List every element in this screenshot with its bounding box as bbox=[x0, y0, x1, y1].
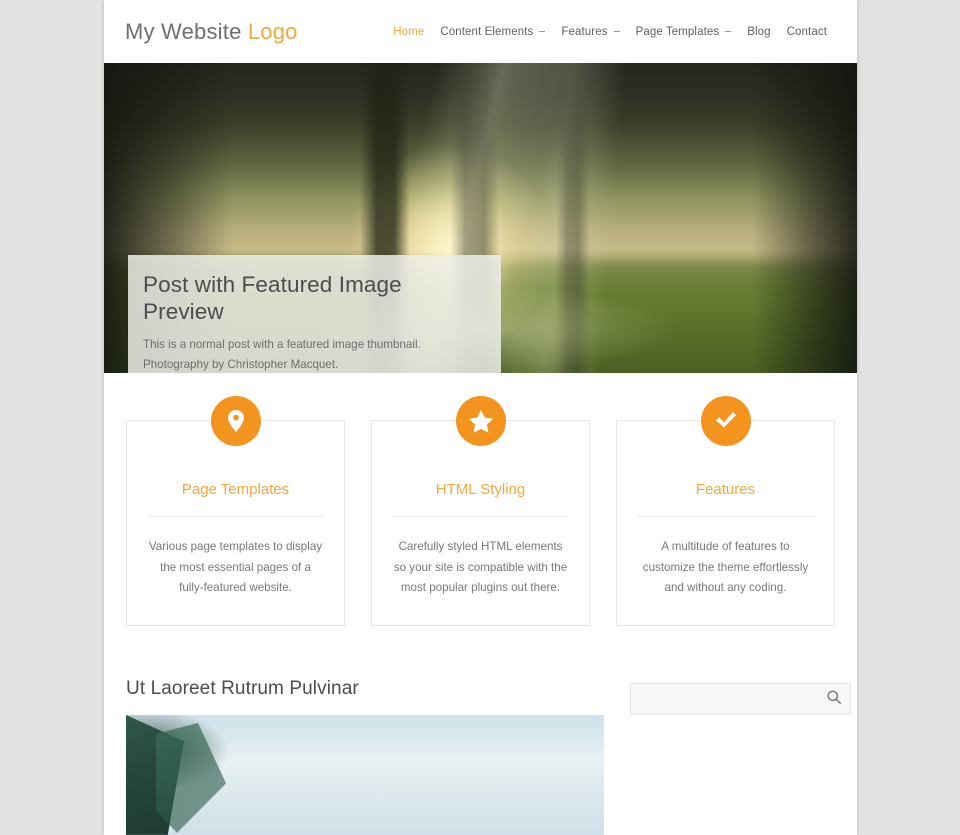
star-icon bbox=[455, 396, 506, 446]
post-heading[interactable]: Ut Laoreet Rutrum Pulvinar bbox=[126, 678, 604, 700]
hero-banner[interactable]: Post with Featured Image Preview This is… bbox=[104, 63, 857, 373]
logo-accent-text: Logo bbox=[247, 18, 298, 44]
main-navigation: Home Content Elements Features Page Temp… bbox=[385, 26, 835, 38]
nav-item-page-templates[interactable]: Page Templates bbox=[628, 26, 740, 38]
logo-primary-text: My Website bbox=[125, 18, 242, 44]
feature-card-text: Carefully styled HTML elements so your s… bbox=[393, 540, 568, 595]
chevron-down-icon bbox=[725, 31, 732, 32]
nav-item-label: Features bbox=[561, 25, 608, 38]
site-header: My Website Logo Home Content Elements Fe… bbox=[104, 0, 857, 63]
chevron-down-icon bbox=[539, 31, 546, 32]
feature-card-title: Features bbox=[637, 481, 814, 517]
site-logo[interactable]: My Website Logo bbox=[125, 19, 298, 45]
site-container: My Website Logo Home Content Elements Fe… bbox=[104, 0, 857, 835]
feature-card-features[interactable]: Features A multitude of features to cust… bbox=[616, 396, 835, 626]
search-icon bbox=[827, 690, 841, 707]
feature-card-html-styling[interactable]: HTML Styling Carefully styled HTML eleme… bbox=[371, 396, 590, 626]
feature-card-title: HTML Styling bbox=[392, 481, 569, 517]
feature-cards: Page Templates Various page templates to… bbox=[104, 373, 857, 626]
post-column: Ut Laoreet Rutrum Pulvinar bbox=[126, 678, 604, 835]
hero-caption-box: Post with Featured Image Preview This is… bbox=[128, 255, 501, 373]
nav-item-blog[interactable]: Blog bbox=[739, 26, 778, 38]
nav-item-home[interactable]: Home bbox=[385, 26, 432, 38]
feature-card-page-templates[interactable]: Page Templates Various page templates to… bbox=[126, 396, 345, 626]
feature-card-text: Various page templates to display the mo… bbox=[148, 540, 323, 595]
nav-item-features[interactable]: Features bbox=[553, 26, 627, 38]
nav-item-label: Content Elements bbox=[440, 25, 534, 38]
map-pin-icon bbox=[210, 396, 261, 446]
nav-item-label: Blog bbox=[747, 25, 771, 38]
nav-item-label: Page Templates bbox=[635, 25, 720, 38]
sidebar bbox=[630, 678, 851, 835]
lower-content: Ut Laoreet Rutrum Pulvinar bbox=[104, 626, 857, 835]
nav-item-contact[interactable]: Contact bbox=[779, 26, 835, 38]
hero-title: Post with Featured Image Preview bbox=[143, 272, 402, 324]
hero-description: This is a normal post with a featured im… bbox=[143, 338, 421, 371]
nav-item-label: Home bbox=[393, 25, 425, 38]
search-submit-button[interactable] bbox=[818, 684, 850, 714]
nav-item-content-elements[interactable]: Content Elements bbox=[432, 26, 553, 38]
chevron-down-icon bbox=[613, 31, 620, 32]
nav-item-label: Contact bbox=[786, 25, 827, 38]
search-form bbox=[630, 682, 851, 715]
feature-card-text: A multitude of features to customize the… bbox=[642, 540, 809, 595]
feature-card-title: Page Templates bbox=[147, 481, 324, 517]
post-thumbnail-image[interactable] bbox=[126, 714, 604, 835]
check-icon bbox=[700, 396, 751, 446]
